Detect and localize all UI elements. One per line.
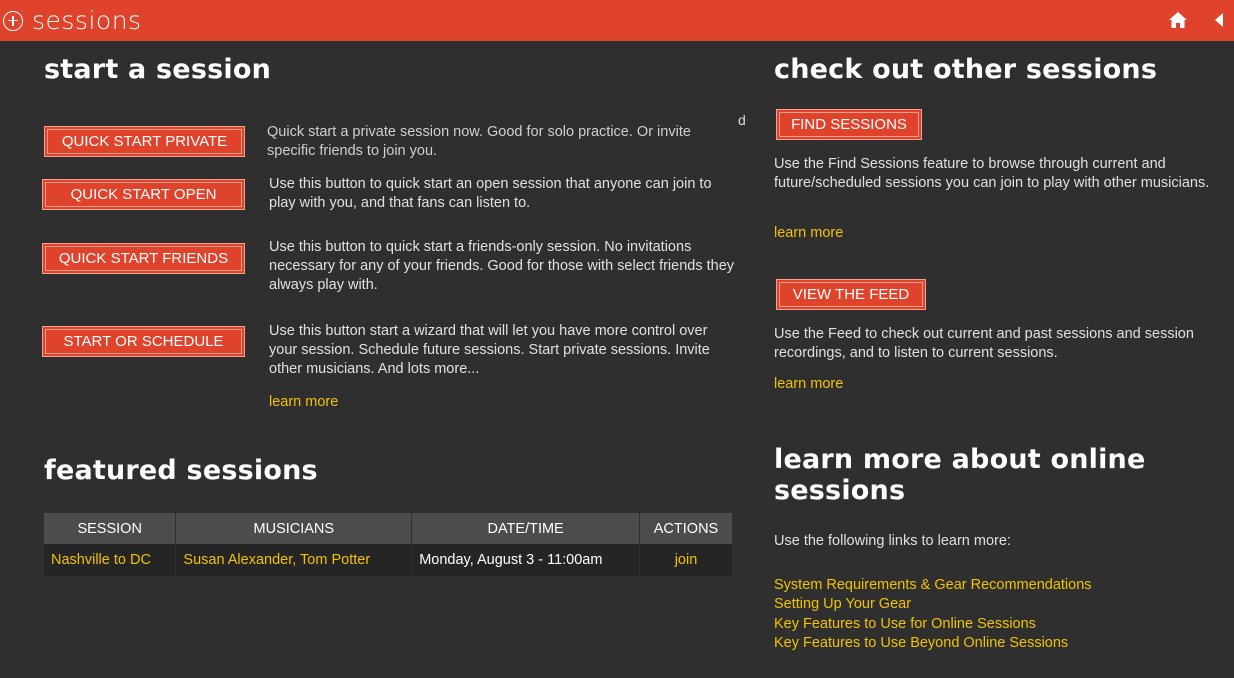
- feed-learn-more-link[interactable]: learn more: [774, 376, 843, 392]
- column-header-datetime: DATE/TIME: [411, 513, 640, 544]
- start-or-schedule-desc: Use this button start a wizard that will…: [269, 323, 710, 377]
- session-datetime: Monday, August 3 - 11:00am: [411, 544, 640, 576]
- start-or-schedule-button[interactable]: START OR SCHEDULE: [42, 326, 245, 357]
- column-header-actions: ACTIONS: [639, 513, 733, 544]
- triangle-left-icon[interactable]: [1214, 12, 1224, 28]
- start-session-heading: start a session: [44, 54, 271, 85]
- featured-sessions-heading: featured sessions: [44, 455, 318, 486]
- find-sessions-button[interactable]: FIND SESSIONS: [776, 109, 922, 140]
- quick-start-open-desc: Use this button to quick start an open s…: [269, 176, 712, 211]
- learn-more-heading-line1: learn more about online: [774, 444, 1146, 475]
- column-header-session: SESSION: [44, 513, 177, 544]
- home-icon[interactable]: [1168, 11, 1188, 29]
- find-learn-more-link[interactable]: learn more: [774, 225, 843, 241]
- key-features-online-link[interactable]: Key Features to Use for Online Sessions: [774, 615, 1092, 634]
- other-sessions-heading: check out other sessions: [774, 54, 1158, 85]
- featured-sessions-table: SESSION MUSICIANS DATE/TIME ACTIONS Nash…: [44, 513, 733, 576]
- table-header-row: SESSION MUSICIANS DATE/TIME ACTIONS: [44, 513, 733, 544]
- start-learn-more-link[interactable]: learn more: [269, 394, 338, 410]
- quick-start-private-button[interactable]: QUICK START PRIVATE: [44, 126, 245, 157]
- quick-start-open-button[interactable]: QUICK START OPEN: [42, 179, 245, 210]
- setting-up-gear-link[interactable]: Setting Up Your Gear: [774, 595, 1092, 614]
- learn-intro-text: Use the following links to learn more:: [774, 533, 1011, 549]
- plus-circle-icon[interactable]: [3, 10, 23, 31]
- quick-start-friends-button[interactable]: QUICK START FRIENDS: [42, 243, 245, 274]
- join-link[interactable]: join: [639, 544, 733, 576]
- stray-text: d: [738, 112, 746, 128]
- session-name-link[interactable]: Nashville to DC: [44, 544, 177, 576]
- learn-more-heading-line2: sessions: [774, 475, 906, 506]
- system-requirements-link[interactable]: System Requirements & Gear Recommendatio…: [774, 576, 1092, 595]
- musicians-link[interactable]: Susan Alexander, Tom Potter: [175, 544, 413, 576]
- top-bar: sessions: [0, 0, 1234, 41]
- key-features-beyond-link[interactable]: Key Features to Use Beyond Online Sessio…: [774, 634, 1092, 653]
- learn-more-heading: learn more about online sessions: [774, 444, 1145, 506]
- quick-start-friends-desc: Use this button to quick start a friends…: [269, 239, 735, 293]
- column-header-musicians: MUSICIANS: [175, 513, 413, 544]
- quick-start-private-desc: Quick start a private session now. Good …: [267, 124, 691, 159]
- view-feed-desc: Use the Feed to check out current and pa…: [774, 326, 1194, 361]
- view-feed-button[interactable]: VIEW THE FEED: [776, 279, 926, 310]
- table-row: Nashville to DC Susan Alexander, Tom Pot…: [44, 544, 733, 576]
- learn-links-list: System Requirements & Gear Recommendatio…: [774, 576, 1092, 653]
- page-title: sessions: [32, 6, 142, 35]
- find-sessions-desc: Use the Find Sessions feature to browse …: [774, 156, 1210, 191]
